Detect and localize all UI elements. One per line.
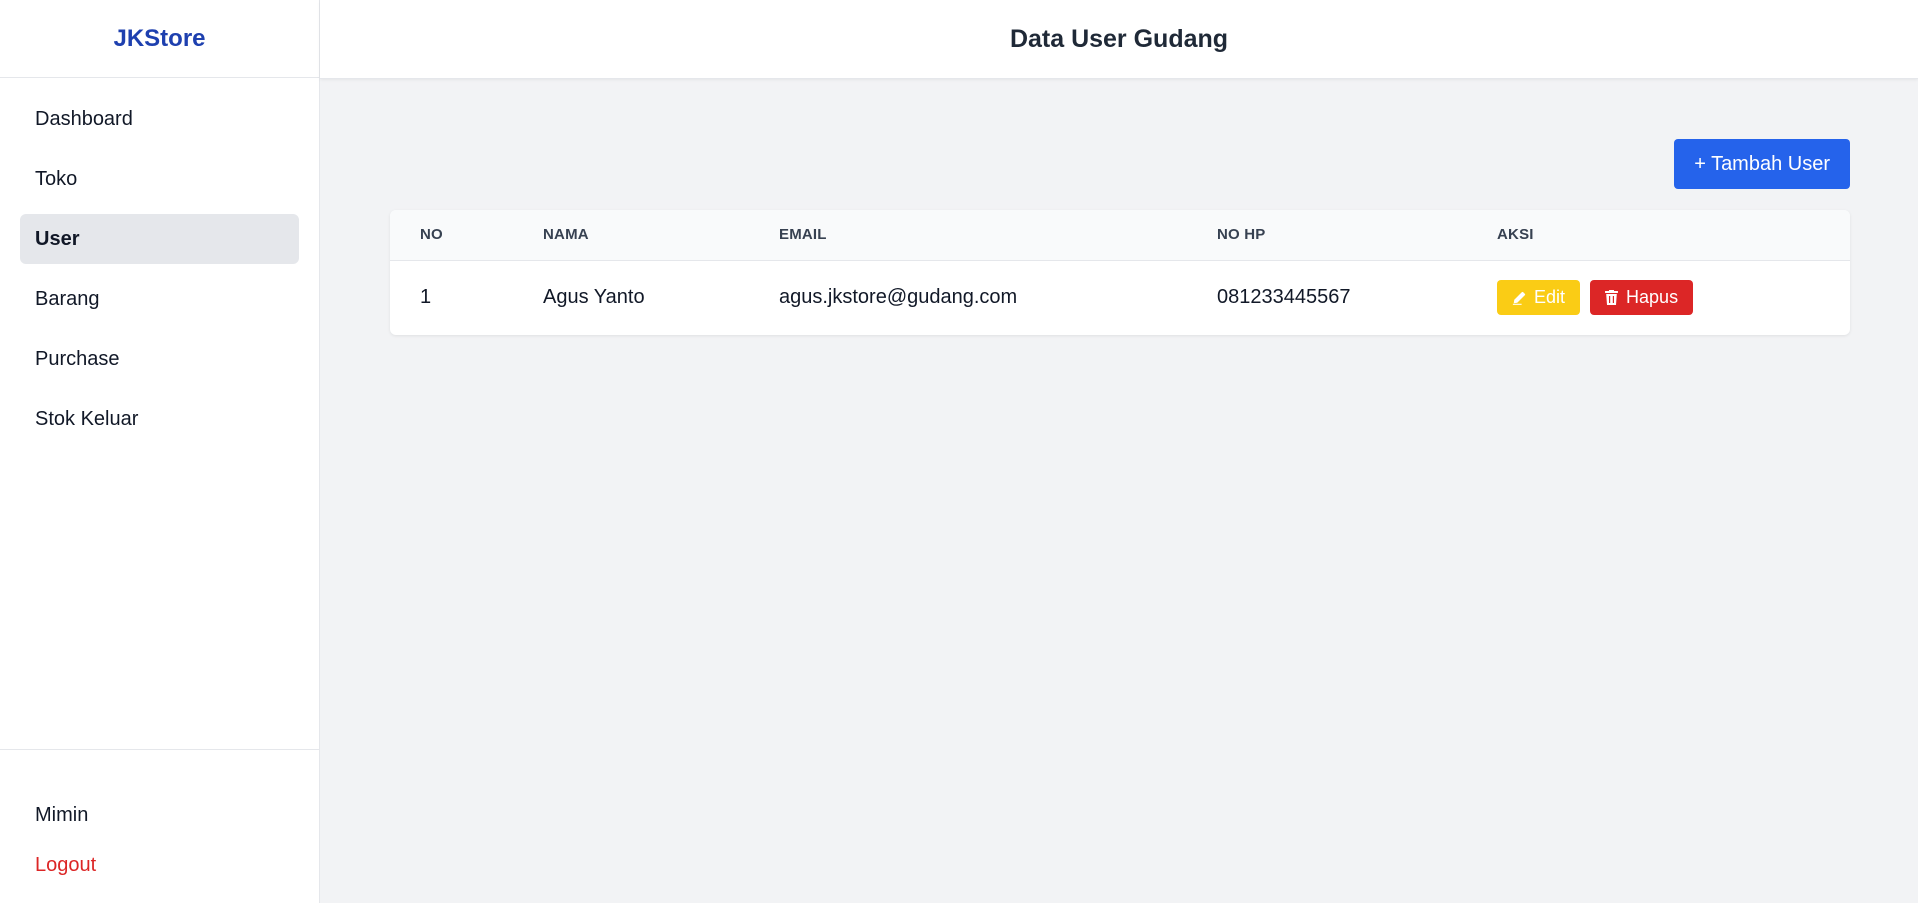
column-header-no-hp: NO HP bbox=[1217, 226, 1266, 244]
column-header-nama: NAMA bbox=[543, 226, 589, 244]
top-header: Data User Gudang bbox=[320, 0, 1918, 79]
trash-icon bbox=[1605, 290, 1619, 306]
cell-no: 1 bbox=[420, 286, 432, 309]
sidebar-item-stok-keluar[interactable]: Stok Keluar bbox=[20, 394, 299, 444]
sidebar-item-label: Barang bbox=[35, 287, 100, 310]
sidebar-item-barang[interactable]: Barang bbox=[20, 274, 299, 324]
user-table: NO NAMA EMAIL NO HP AKSI 1 Agus Yanto ag… bbox=[390, 210, 1850, 335]
sidebar-item-toko[interactable]: Toko bbox=[20, 154, 299, 204]
cell-no-hp: 081233445567 bbox=[1217, 286, 1351, 309]
sidebar-item-dashboard[interactable]: Dashboard bbox=[20, 94, 299, 144]
delete-button[interactable]: Hapus bbox=[1590, 280, 1694, 316]
sidebar-item-label: User bbox=[35, 227, 80, 250]
brand-logo-text[interactable]: JKStore bbox=[113, 25, 205, 53]
table-row: 1 Agus Yanto agus.jkstore@gudang.com 081… bbox=[390, 260, 1850, 335]
delete-button-label: Hapus bbox=[1626, 287, 1679, 308]
row-actions: Edit Hapus bbox=[1497, 280, 1850, 316]
user-table-card: NO NAMA EMAIL NO HP AKSI 1 Agus Yanto ag… bbox=[390, 210, 1850, 335]
edit-button[interactable]: Edit bbox=[1497, 280, 1581, 316]
cell-aksi: Edit Hapus bbox=[1467, 260, 1850, 335]
table-header-row: NO NAMA EMAIL NO HP AKSI bbox=[390, 210, 1850, 260]
page-title: Data User Gudang bbox=[1009, 24, 1229, 53]
logout-link[interactable]: Logout bbox=[0, 840, 319, 890]
sidebar-nav: Dashboard Toko User Barang Purchase Stok… bbox=[0, 78, 319, 444]
sidebar-item-user[interactable]: User bbox=[20, 214, 299, 264]
cell-email: agus.jkstore@gudang.com bbox=[779, 286, 1018, 309]
sidebar-footer: Mimin Logout bbox=[0, 749, 319, 903]
add-user-button[interactable]: + Tambah User bbox=[1674, 139, 1850, 189]
sidebar-item-label: Dashboard bbox=[35, 107, 133, 130]
sidebar-item-label: Stok Keluar bbox=[35, 407, 139, 430]
app-root: JKStore Dashboard Toko User Barang Purch… bbox=[0, 0, 1918, 903]
sidebar: JKStore Dashboard Toko User Barang Purch… bbox=[0, 0, 320, 903]
pencil-icon bbox=[1512, 291, 1526, 305]
edit-button-label: Edit bbox=[1534, 287, 1566, 308]
column-header-aksi: AKSI bbox=[1497, 226, 1534, 244]
column-header-no: NO bbox=[420, 226, 443, 244]
cell-nama: Agus Yanto bbox=[543, 286, 645, 309]
sidebar-item-label: Purchase bbox=[35, 347, 120, 370]
current-user-name: Mimin bbox=[35, 803, 89, 826]
column-header-email: EMAIL bbox=[779, 226, 827, 244]
table-header: NO NAMA EMAIL NO HP AKSI bbox=[390, 210, 1850, 260]
sidebar-item-label: Toko bbox=[35, 167, 78, 190]
sidebar-item-purchase[interactable]: Purchase bbox=[20, 334, 299, 384]
brand: JKStore bbox=[0, 0, 319, 78]
main-content: + Tambah User NO NAMA EMAIL NO HP AKSI 1… bbox=[320, 79, 1918, 903]
table-body: 1 Agus Yanto agus.jkstore@gudang.com 081… bbox=[390, 260, 1850, 335]
